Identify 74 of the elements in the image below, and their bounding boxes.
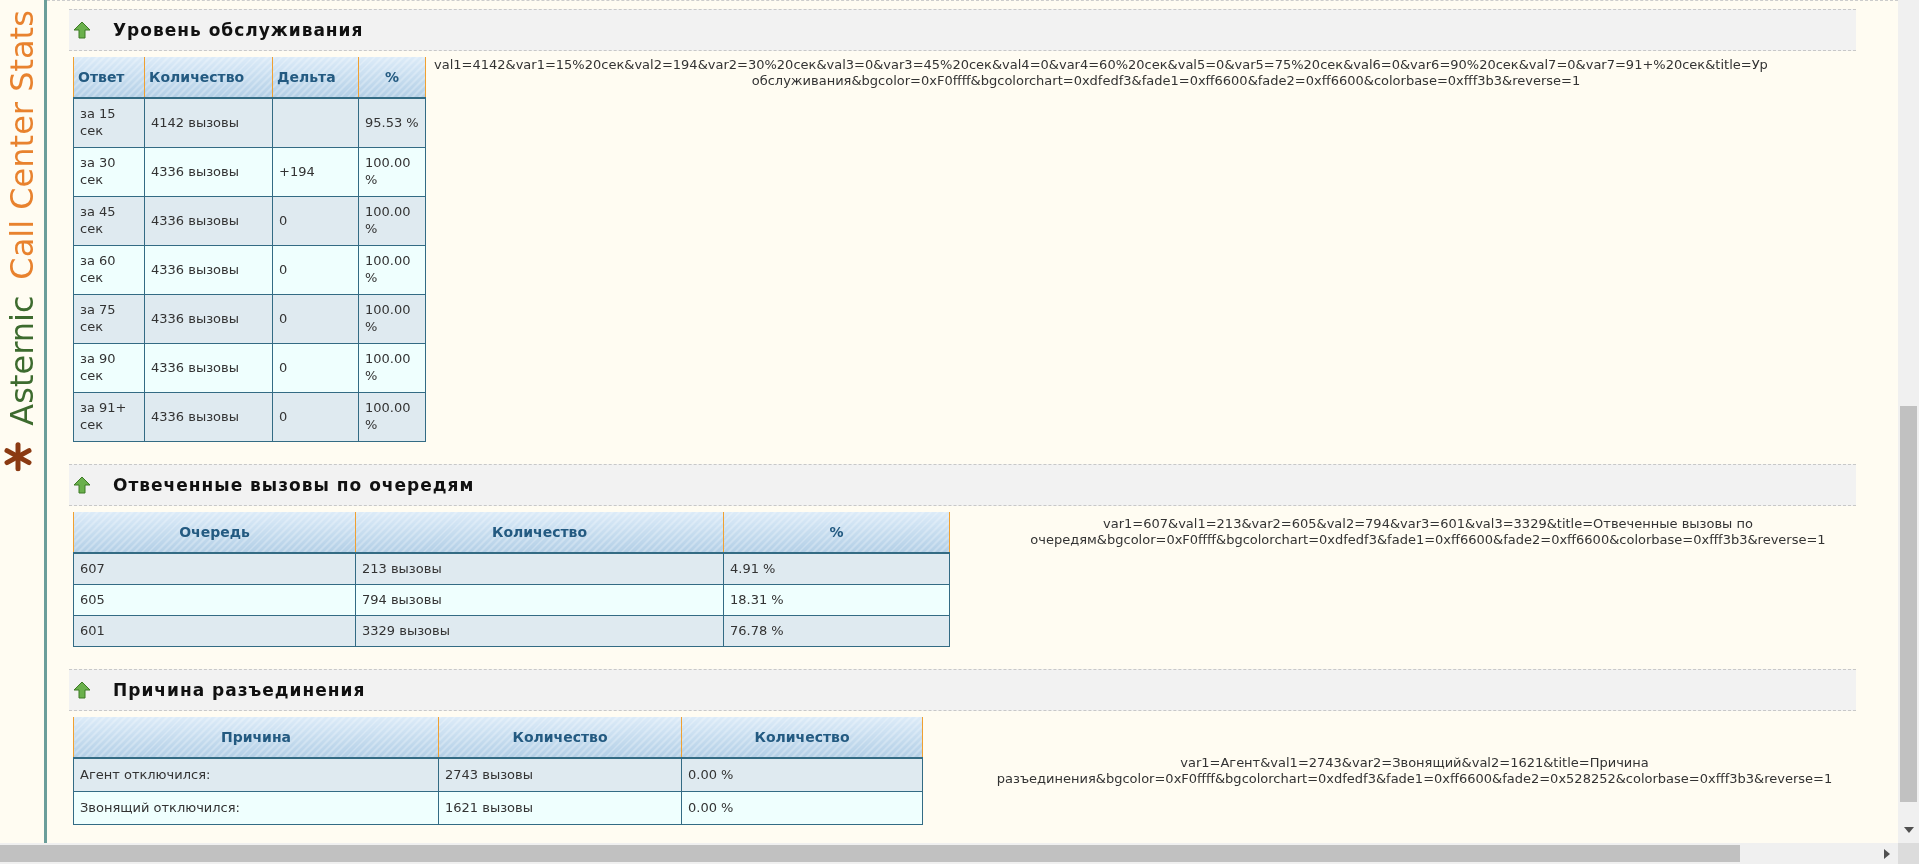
- table-cell: 4.91 %: [730, 560, 776, 576]
- table-cell: 4336 вызовы: [151, 310, 239, 326]
- chart-parameters-text: var1=607&val1=213&var2=605&val2=794&var3=601&val3=3329&title=Отвеченные вызовы по: [1103, 516, 1753, 531]
- column-header: Дельта: [272, 57, 359, 98]
- logo-brand-text: Asternic: [3, 295, 41, 426]
- chart-parameters-text: val1=4142&var1=15%20сек&val2=194&var2=30%20сек&val3=0&var3=45%20сек&val4=0&var4=60%20сек&val5=0&var5=75%20сек&val6=0&var6=90%20сек&val7=0&var7=91+%20сек&title=Ур: [434, 57, 1768, 72]
- section-title: Причина разъединения: [113, 680, 366, 700]
- table-cell: 0: [279, 310, 288, 326]
- table-cell: 605: [80, 591, 105, 607]
- table-cell: 4336 вызовы: [151, 163, 239, 179]
- table-cell: 0.00 %: [688, 799, 734, 815]
- table-cell: 601: [80, 622, 105, 638]
- table-cell: 0: [279, 261, 288, 277]
- horizontal-scrollbar[interactable]: [0, 843, 1898, 864]
- table-cell: 4336 вызовы: [151, 408, 239, 424]
- table-cell: 100.00 %: [365, 400, 411, 432]
- up-arrow-icon: [73, 476, 91, 494]
- table-cell: 100.00 %: [365, 204, 411, 236]
- table-cell: 0: [279, 359, 288, 375]
- column-header: Причина: [73, 717, 439, 758]
- table-cell: 76.78 %: [730, 622, 784, 638]
- table-cell: за 75 сек: [80, 302, 116, 334]
- scroll-right-arrow-icon[interactable]: [1884, 848, 1890, 859]
- table-cell: за 15 сек: [80, 106, 116, 138]
- table-cell: 100.00 %: [365, 351, 411, 383]
- column-header: Ответ: [73, 57, 145, 98]
- table-cell: 4336 вызовы: [151, 261, 239, 277]
- vertical-scrollbar[interactable]: [1898, 0, 1919, 843]
- table-cell: Агент отключился:: [80, 766, 211, 782]
- section-title: Уровень обслуживания: [113, 20, 364, 40]
- table-cell: 607: [80, 560, 105, 576]
- table-cell: 0: [279, 212, 288, 228]
- table-cell: 0: [279, 408, 288, 424]
- column-header: Очередь: [73, 512, 356, 553]
- table-cell: 18.31 %: [730, 591, 784, 607]
- table-cell: за 30 сек: [80, 155, 116, 187]
- up-arrow-icon: [73, 21, 91, 39]
- chart-parameters-text: обслуживания&bgcolor=0xF0ffff&bgcolorchart=0xdfedf3&fade1=0xff6600&fade2=0xff6600&colorbase=0xfff3b3&reverse=1: [751, 73, 1581, 88]
- scrollbar-thumb[interactable]: [1900, 406, 1917, 802]
- column-header: Количество: [355, 512, 724, 553]
- section-title: Отвеченные вызовы по очередям: [113, 475, 475, 495]
- table-cell: 100.00 %: [365, 155, 411, 187]
- table-cell: Звонящий отключился:: [80, 799, 240, 815]
- up-arrow-icon: [73, 681, 91, 699]
- table-cell: 100.00 %: [365, 253, 411, 285]
- table-cell: +194: [279, 163, 315, 179]
- column-header: %: [358, 57, 426, 98]
- table-cell: 4336 вызовы: [151, 359, 239, 375]
- logo-product-text: Call Center Stats: [3, 10, 41, 280]
- table-cell: 4142 вызовы: [151, 114, 239, 130]
- table-cell: 4336 вызовы: [151, 212, 239, 228]
- table-cell: за 60 сек: [80, 253, 116, 285]
- scrollbar-thumb[interactable]: [0, 845, 1740, 862]
- table-cell: 213 вызовы: [362, 560, 442, 576]
- scrollbar-corner: [1898, 843, 1919, 864]
- table-cell: 95.53 %: [365, 114, 419, 130]
- column-header: Количество: [144, 57, 273, 98]
- column-header: Количество: [438, 717, 682, 758]
- table-cell: за 45 сек: [80, 204, 116, 236]
- table-cell: 100.00 %: [365, 302, 411, 334]
- scroll-down-arrow-icon[interactable]: [1903, 827, 1914, 833]
- chart-parameters-text: очередям&bgcolor=0xF0ffff&bgcolorchart=0xdfedf3&fade1=0xff6600&fade2=0xff6600&colorbase=0xfff3b3&reverse=1: [1030, 532, 1826, 547]
- table-cell: 2743 вызовы: [445, 766, 533, 782]
- column-header: Количество: [681, 717, 923, 758]
- table-cell: за 91+ сек: [80, 400, 127, 432]
- chart-parameters-text: разъединения&bgcolor=0xF0ffff&bgcolorchart=0xdfedf3&fade1=0xff6600&fade2=0x528252&colorbase=0xfff3b3&reverse=1: [996, 771, 1833, 786]
- asterisk-logo-icon: [3, 441, 33, 472]
- table-cell: 3329 вызовы: [362, 622, 450, 638]
- column-header: %: [723, 512, 950, 553]
- table-cell: 0.00 %: [688, 766, 734, 782]
- table-cell: за 90 сек: [80, 351, 116, 383]
- table-cell: 794 вызовы: [362, 591, 442, 607]
- chart-parameters-text: var1=Агент&val1=2743&var2=Звонящий&val2=1621&title=Причина: [1180, 755, 1649, 770]
- table-cell: 1621 вызовы: [445, 799, 533, 815]
